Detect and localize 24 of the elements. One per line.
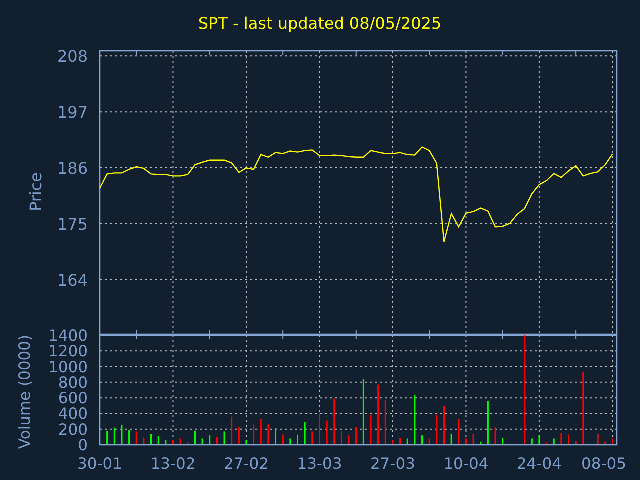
tick-label: 600	[58, 390, 88, 408]
tick-label: 10-04	[444, 455, 489, 473]
tick-label: 08-05	[581, 455, 627, 473]
tick-label: 0	[78, 436, 88, 454]
tick-label: 27-03	[370, 455, 416, 473]
chart-title: SPT - last updated 08/05/2025	[198, 13, 442, 35]
tick-label: 1200	[48, 342, 88, 361]
tick-label: 200	[58, 420, 88, 439]
tick-label: 197	[57, 103, 88, 122]
tick-label: 800	[58, 374, 88, 392]
tick-label: 1000	[48, 358, 88, 376]
tick-label: 400	[58, 405, 88, 424]
tick-label: 186	[57, 159, 88, 178]
tick-label: 208	[57, 48, 88, 66]
tick-label: 30-01	[77, 455, 123, 473]
tick-label: 1400	[48, 327, 88, 345]
tick-label: 27-02	[224, 455, 269, 473]
tick-label: 13-02	[150, 455, 196, 473]
tick-label: 175	[57, 215, 88, 234]
tick-label: 164	[57, 271, 88, 290]
tick-label: 24-04	[516, 455, 562, 473]
axis-label: Price	[26, 172, 46, 212]
tick-label: 13-03	[297, 455, 342, 473]
axis-label: Volume (0000)	[16, 334, 34, 450]
